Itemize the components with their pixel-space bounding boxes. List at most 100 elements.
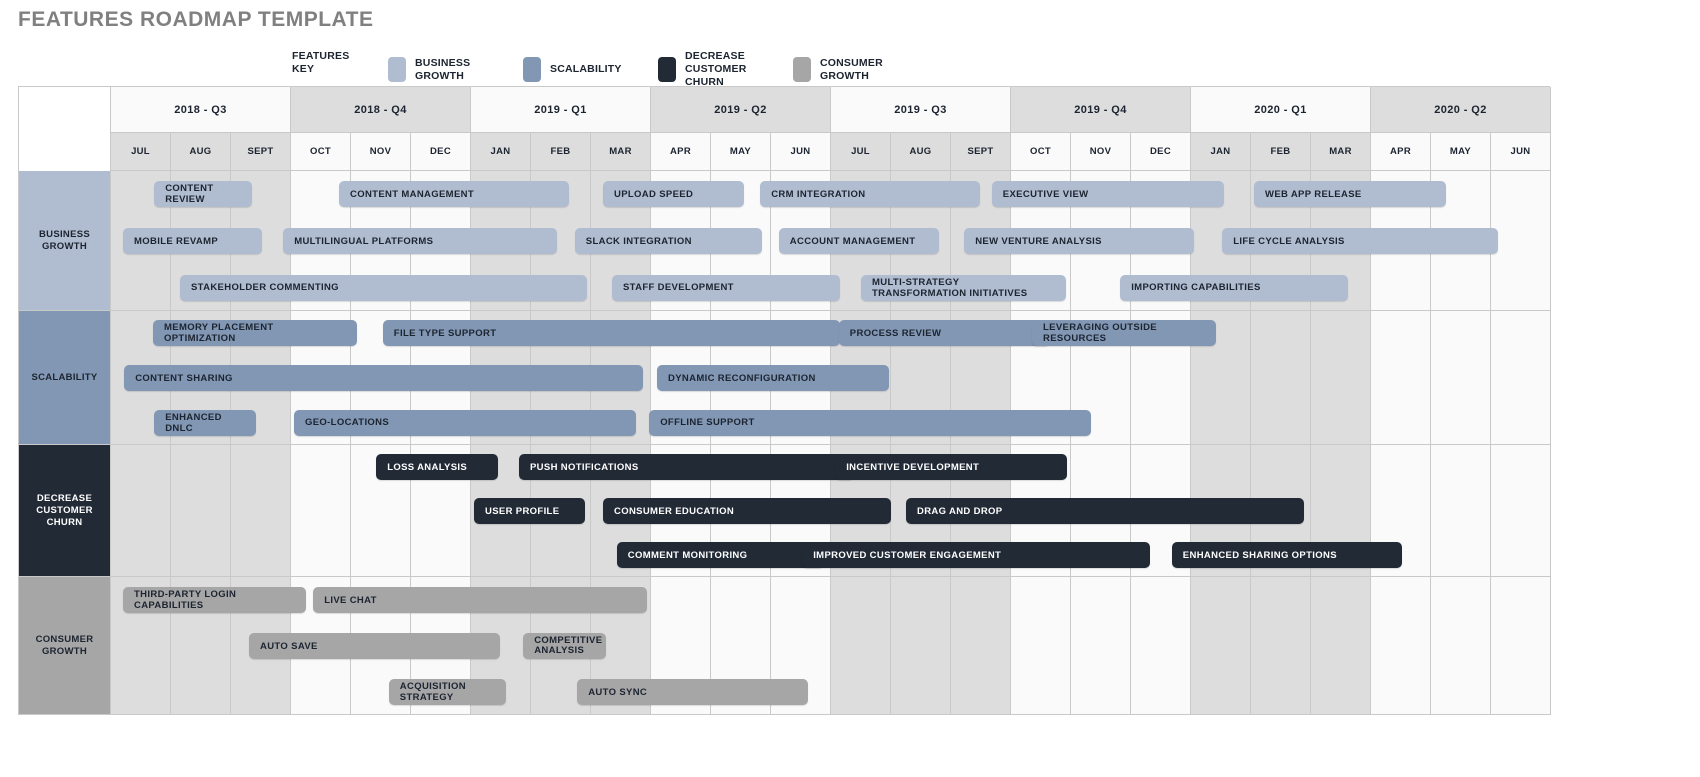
month-header-cell: FEB — [1251, 133, 1311, 171]
swimlane-decrease-customer-churn: DECREASE CUSTOMER CHURN LOSS ANALYSIS PUSH N… — [19, 445, 1551, 577]
month-header-cell: MAY — [711, 133, 771, 171]
roadmap-bar[interactable]: CONTENT MANAGEMENT — [339, 181, 569, 208]
roadmap-bar[interactable]: ACQUISITION STRATEGY — [388, 679, 506, 705]
grid-column — [291, 445, 351, 576]
roadmap-bar[interactable]: SLACK INTEGRATION — [574, 228, 762, 254]
roadmap-bar[interactable]: CONSUMER EDUCATION — [603, 498, 891, 524]
grid-column — [1251, 577, 1311, 714]
legend-item-label: DECREASE CUSTOMER CHURN — [685, 50, 747, 88]
roadmap-bar[interactable]: STAKEHOLDER COMMENTING — [180, 274, 587, 301]
grid-column — [951, 577, 1011, 714]
swimlane-track-area: THIRD-PARTY LOGIN CAPABILITIES LIVE CHAT A… — [111, 577, 1551, 715]
roadmap-bar[interactable]: CONTENT REVIEW — [154, 181, 252, 208]
roadmap-bar[interactable]: MOBILE REVAMP — [123, 228, 263, 254]
quarter-header-cell: 2020 - Q1 — [1191, 87, 1371, 133]
grid-column — [231, 445, 291, 576]
roadmap-bar[interactable]: ENHANCED SHARING OPTIONS — [1171, 542, 1403, 568]
month-header-cell: MAR — [591, 133, 651, 171]
roadmap-bar[interactable]: IMPORTING CAPABILITIES — [1120, 274, 1349, 301]
header-corner-spacer-2 — [19, 133, 111, 171]
roadmap-bar[interactable]: COMMENT MONITORING — [616, 542, 824, 568]
grid-column — [1491, 445, 1551, 576]
roadmap-bar[interactable]: PROCESS REVIEW — [838, 320, 1050, 347]
roadmap-page: FEATURES ROADMAP TEMPLATE FEATURES KEY B… — [0, 0, 1700, 777]
month-header-cell: JAN — [471, 133, 531, 171]
grid-column — [1491, 171, 1551, 310]
month-header-cell: JUL — [111, 133, 171, 171]
swimlane-label: BUSINESS GROWTH — [19, 171, 111, 311]
roadmap-bar[interactable]: MULTILINGUAL PLATFORMS — [283, 228, 557, 254]
roadmap-bar[interactable]: AUTO SYNC — [577, 679, 809, 705]
roadmap-bar[interactable]: DRAG AND DROP — [906, 498, 1304, 524]
roadmap-bar[interactable]: ENHANCED DNLC — [154, 409, 257, 436]
month-header-cell: SEPT — [231, 133, 291, 171]
roadmap-bar[interactable]: LIVE CHAT — [313, 587, 647, 613]
legend-item-label: SCALABILITY — [550, 63, 622, 75]
month-header-cell: OCT — [291, 133, 351, 171]
roadmap-bar[interactable]: STAFF DEVELOPMENT — [612, 274, 840, 301]
month-header-cell: JAN — [1191, 133, 1251, 171]
roadmap-bar[interactable]: INCENTIVE DEVELOPMENT — [835, 454, 1067, 480]
legend-title-line2: KEY — [292, 63, 315, 75]
swimlane-label: SCALABILITY — [19, 311, 111, 445]
roadmap-bar[interactable]: MEMORY PLACEMENT OPTIMIZATION — [153, 320, 357, 347]
month-header-cell: APR — [1371, 133, 1431, 171]
grid-column — [831, 577, 891, 714]
month-header-cell: DEC — [1131, 133, 1191, 171]
month-header-cell: FEB — [531, 133, 591, 171]
roadmap-bar[interactable]: OFFLINE SUPPORT — [649, 409, 1091, 436]
month-header-cell: MAY — [1431, 133, 1491, 171]
roadmap-bar[interactable]: WEB APP RELEASE — [1254, 181, 1446, 208]
roadmap-bar[interactable]: AUTO SAVE — [249, 633, 500, 659]
grid-column — [111, 445, 171, 576]
grid-column — [1071, 577, 1131, 714]
legend-title-line1: FEATURES — [292, 50, 350, 62]
roadmap-bar[interactable]: COMPETITIVE ANALYSIS — [523, 633, 606, 659]
swimlane-track-area: CONTENT REVIEW CONTENT MANAGEMENT UPLOAD S… — [111, 171, 1551, 311]
quarter-header-row: 2018 - Q3 2018 - Q4 2019 - Q1 2019 - Q2 2019… — [19, 87, 1551, 133]
roadmap-bar[interactable]: FILE TYPE SUPPORT — [382, 320, 840, 347]
quarter-header-cell: 2018 - Q3 — [111, 87, 291, 133]
legend-color-swatch — [793, 57, 811, 82]
grid-column — [1131, 577, 1191, 714]
month-header-cell: DEC — [411, 133, 471, 171]
roadmap-bar[interactable]: PUSH NOTIFICATIONS — [519, 454, 854, 480]
legend-color-swatch — [658, 57, 676, 82]
roadmap-bar[interactable]: EXECUTIVE VIEW — [991, 181, 1224, 208]
legend-color-swatch — [523, 57, 541, 82]
grid-column — [1251, 311, 1311, 444]
grid-column — [1431, 445, 1491, 576]
roadmap-bar[interactable]: UPLOAD SPEED — [603, 181, 744, 208]
roadmap-bar[interactable]: LIFE CYCLE ANALYSIS — [1222, 228, 1499, 254]
roadmap-bar[interactable]: NEW VENTURE ANALYSIS — [964, 228, 1194, 254]
roadmap-bar[interactable]: LEVERAGING OUTSIDE RESOURCES — [1032, 320, 1217, 347]
roadmap-bar[interactable]: MULTI-STRATEGY TRANSFORMATION INITIATIVE… — [861, 274, 1067, 301]
swimlane-label: CONSUMER GROWTH — [19, 577, 111, 715]
month-header-cell: AUG — [171, 133, 231, 171]
legend-item-label: CONSUMER GROWTH — [820, 56, 883, 82]
roadmap-bar[interactable]: GEO-LOCATIONS — [294, 409, 636, 436]
roadmap-bar[interactable]: ACCOUNT MANAGEMENT — [778, 228, 939, 254]
swimlane-label: DECREASE CUSTOMER CHURN — [19, 445, 111, 577]
grid-column — [1191, 577, 1251, 714]
roadmap-bar[interactable]: IMPROVED CUSTOMER ENGAGEMENT — [802, 542, 1151, 568]
roadmap-grid: 2018 - Q3 2018 - Q4 2019 - Q1 2019 - Q2 2019… — [18, 86, 1551, 715]
quarter-header-cell: 2019 - Q2 — [651, 87, 831, 133]
grid-column — [1011, 577, 1071, 714]
grid-column — [1311, 311, 1371, 444]
roadmap-bar[interactable]: LOSS ANALYSIS — [376, 454, 498, 480]
roadmap-bar[interactable]: DYNAMIC RECONFIGURATION — [657, 365, 890, 391]
month-header-cell: MAR — [1311, 133, 1371, 171]
grid-column — [1431, 311, 1491, 444]
roadmap-bar[interactable]: CRM INTEGRATION — [760, 181, 980, 208]
month-header-cell: NOV — [351, 133, 411, 171]
roadmap-bar[interactable]: THIRD-PARTY LOGIN CAPABILITIES — [123, 587, 306, 613]
month-header-cell: AUG — [891, 133, 951, 171]
quarter-header-cell: 2019 - Q4 — [1011, 87, 1191, 133]
month-header-cell: JUL — [831, 133, 891, 171]
legend-item-label: BUSINESS GROWTH — [415, 56, 471, 82]
roadmap-bar[interactable]: USER PROFILE — [474, 498, 585, 524]
quarter-header-cell: 2020 - Q2 — [1371, 87, 1551, 133]
grid-column — [171, 445, 231, 576]
roadmap-bar[interactable]: CONTENT SHARING — [124, 365, 644, 391]
